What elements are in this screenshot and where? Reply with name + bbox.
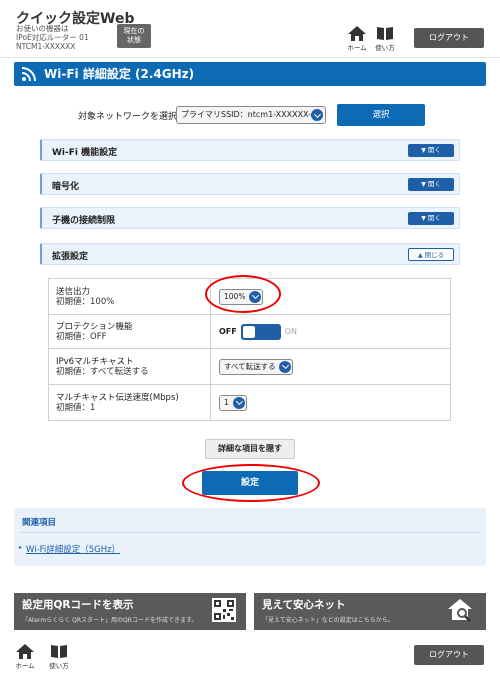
tx-power-select[interactable]: 100% (219, 288, 263, 305)
wifi-icon (22, 67, 36, 81)
home-icon (16, 644, 34, 659)
chevron-down-icon: ▼ (421, 147, 426, 154)
accordion-label: Wi-Fi 機能設定 (52, 148, 118, 158)
chevron-down-icon (249, 290, 261, 303)
accordion-wifi-function[interactable]: Wi-Fi 機能設定 ▼ 開く (40, 139, 460, 161)
setting-label-cell: IPv6マルチキャスト 初期値：すべて転送する (48, 348, 211, 385)
network-selected-value: プライマリSSID：ntcm1-XXXXXX-g (181, 110, 317, 119)
home-search-icon (448, 599, 472, 622)
chevron-down-icon (233, 396, 245, 409)
chevron-down-icon: ▼ (421, 181, 426, 188)
extended-settings-table: 送信出力 初期値：100% 100% プロテクション機能 初期値：OFF OFF… (48, 278, 451, 421)
mieru-anshin-promo[interactable]: 見えて安心ネット 「見えて安心ネット」などの設定はこちらから。 (254, 593, 486, 630)
promo-subtitle: 「見えて安心ネット」などの設定はこちらから。 (262, 617, 394, 624)
book-icon (51, 645, 67, 658)
select-network-button[interactable]: 選択 (337, 104, 425, 126)
open-label: 開く (427, 146, 441, 154)
table-row: IPv6マルチキャスト 初期値：すべて転送する すべて転送する (48, 348, 451, 385)
qr-code-icon (212, 598, 236, 622)
section-title: Wi-Fi 詳細設定 (2.4GHz) (44, 67, 195, 81)
divider (20, 532, 480, 533)
chevron-down-icon (311, 109, 323, 121)
chevron-up-icon: ▲ (417, 252, 423, 259)
tx-power-value: 100% (224, 291, 246, 301)
footer-nav: ホーム 使い方 ログアウト (0, 642, 500, 682)
accordion-client-limit[interactable]: 子機の接続制限 ▼ 開く (40, 207, 460, 229)
accordion-extended[interactable]: 拡張設定 ▲ 閉じる (40, 243, 460, 265)
close-button[interactable]: ▲ 閉じる (408, 248, 454, 261)
qr-code-promo[interactable]: 設定用QRコードを表示 「Atermらくらく QRスタート」用のQRコードを作成… (14, 593, 246, 630)
open-label: 開く (427, 180, 441, 188)
home-icon (348, 26, 366, 41)
setting-default: 初期値：100% (56, 296, 115, 307)
home-button[interactable]: ホーム (344, 26, 370, 52)
setting-name: プロテクション機能 (56, 321, 133, 332)
protection-toggle[interactable] (240, 323, 281, 340)
multicast-rate-value: 1 (224, 397, 229, 407)
protection-toggle-group: OFF ON (219, 323, 450, 340)
open-label: 開く (427, 214, 441, 222)
setting-name: IPv6マルチキャスト (56, 356, 134, 367)
table-row: マルチキャスト伝送速度(Mbps) 初期値：1 1 (48, 384, 451, 421)
setting-default: 初期値：OFF (56, 331, 107, 342)
chevron-down-icon: ▼ (421, 215, 426, 222)
close-label: 閉じる (424, 251, 445, 259)
promo-subtitle: 「Atermらくらく QRスタート」用のQRコードを作成できます。 (22, 617, 198, 624)
home-button[interactable]: ホーム (12, 644, 38, 670)
home-label: ホーム (347, 44, 367, 52)
accordion-label: 子機の接続制限 (52, 216, 116, 226)
accordion-encryption[interactable]: 暗号化 ▼ 開く (40, 173, 460, 195)
logout-button[interactable]: ログアウト (414, 645, 484, 665)
open-button[interactable]: ▼ 開く (408, 144, 454, 157)
toggle-on-label: ON (284, 327, 298, 336)
accordion-label: 拡張設定 (52, 252, 89, 262)
setting-value-cell: 100% (210, 278, 451, 315)
ipv6-multicast-value: すべて転送する (224, 361, 276, 371)
manual-button[interactable]: 使い方 (372, 26, 398, 52)
home-label: ホーム (15, 662, 35, 670)
related-link-5ghz[interactable]: Wi-Fi詳細設定（5GHz） (19, 543, 120, 555)
open-button[interactable]: ▼ 開く (408, 178, 454, 191)
setting-label-cell: マルチキャスト伝送速度(Mbps) 初期値：1 (48, 384, 211, 421)
manual-label: 使い方 (49, 662, 69, 670)
table-row: プロテクション機能 初期値：OFF OFF ON (48, 314, 451, 349)
submit-button[interactable]: 設定 (202, 471, 298, 495)
logout-button[interactable]: ログアウト (414, 28, 484, 48)
promo-title: 設定用QRコードを表示 (22, 599, 134, 611)
multicast-rate-select[interactable]: 1 (219, 394, 247, 411)
hide-details-button[interactable]: 詳細な項目を隠す (205, 439, 295, 459)
network-select[interactable]: プライマリSSID：ntcm1-XXXXXX-g (176, 106, 326, 124)
setting-default: 初期値：1 (56, 402, 96, 413)
related-section: 関連項目 Wi-Fi詳細設定（5GHz） (14, 508, 486, 566)
network-label: 対象ネットワークを選択 (78, 112, 178, 122)
section-banner: Wi-Fi 詳細設定 (2.4GHz) (14, 62, 486, 86)
related-title: 関連項目 (22, 518, 57, 528)
setting-label-cell: プロテクション機能 初期値：OFF (48, 314, 211, 349)
manual-label: 使い方 (375, 44, 395, 52)
open-button[interactable]: ▼ 開く (408, 212, 454, 225)
chevron-down-icon (279, 360, 291, 373)
accordion-label: 暗号化 (52, 182, 80, 192)
setting-value-cell: OFF ON (210, 314, 451, 349)
ipv6-multicast-select[interactable]: すべて転送する (219, 358, 293, 375)
manual-button[interactable]: 使い方 (46, 644, 72, 670)
setting-value-cell: すべて転送する (210, 348, 451, 385)
setting-name: マルチキャスト伝送速度(Mbps) (56, 392, 179, 403)
table-row: 送信出力 初期値：100% 100% (48, 278, 451, 315)
network-row: 対象ネットワークを選択 プライマリSSID：ntcm1-XXXXXX-g 選択 (0, 104, 500, 126)
promo-title: 見えて安心ネット (262, 599, 346, 611)
header: クイック設定Web お使いの機器は IPoE対応ルーター 01 NTCM1-XX… (0, 0, 500, 58)
setting-value-cell: 1 (210, 384, 451, 421)
setting-label-cell: 送信出力 初期値：100% (48, 278, 211, 315)
current-status-button[interactable]: 現在の 状態 (117, 24, 151, 48)
setting-default: 初期値：すべて転送する (56, 366, 149, 377)
book-icon (377, 27, 393, 40)
device-info: お使いの機器は IPoE対応ルーター 01 NTCM1-XXXXXX (16, 24, 89, 51)
toggle-knob (242, 325, 255, 338)
setting-name: 送信出力 (56, 286, 91, 297)
toggle-off-label: OFF (219, 327, 237, 336)
